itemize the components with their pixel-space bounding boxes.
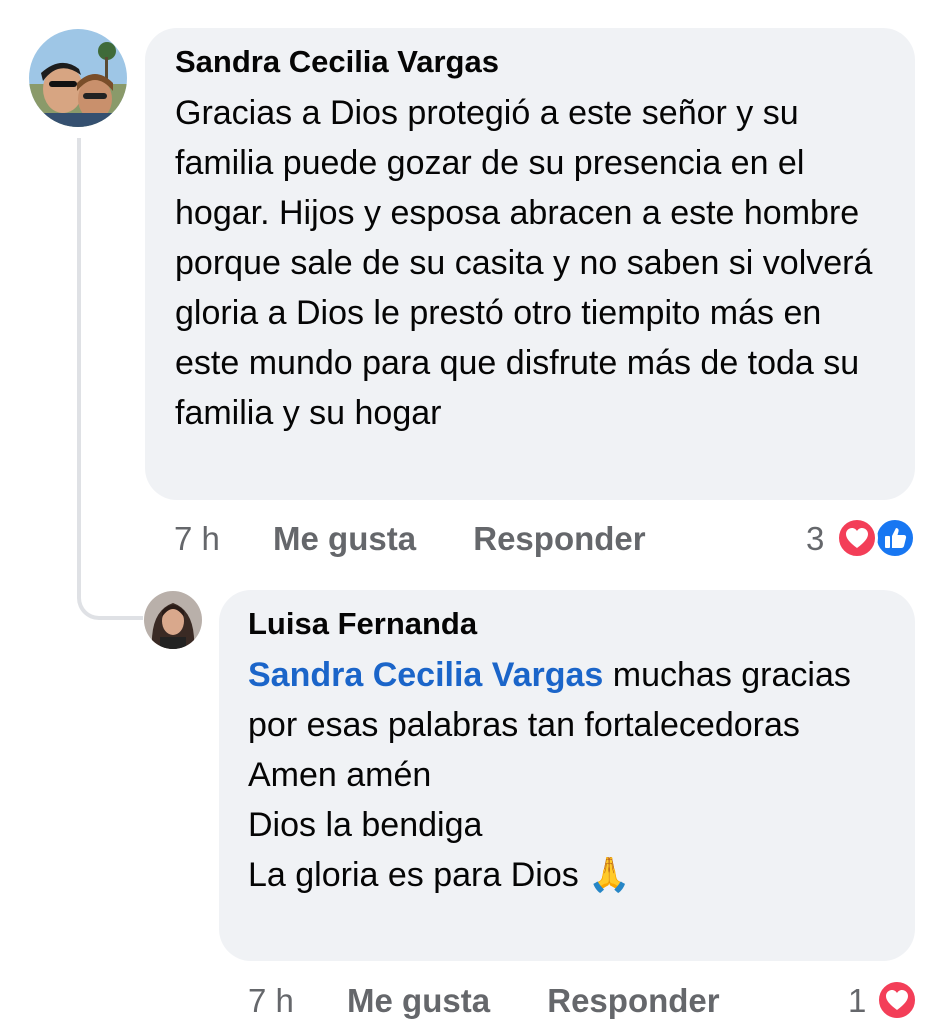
like-reaction-icon (874, 517, 916, 559)
reply-line-2: Amen amén (248, 756, 432, 794)
comment-like-button[interactable]: Me gusta (273, 520, 416, 557)
comment-text: Gracias a Dios protegió a este señor y s… (175, 94, 873, 432)
comment-reply-button[interactable]: Responder (473, 520, 645, 557)
reply-bubble: Luisa Fernanda Sandra Cecilia Vargas muc… (219, 590, 915, 961)
comment-timestamp[interactable]: 7 h (174, 520, 220, 557)
comment-author[interactable]: Sandra Cecilia Vargas (175, 42, 885, 82)
love-reaction-icon (836, 517, 878, 559)
replier-avatar[interactable] (144, 591, 202, 649)
reply-reaction-count: 1 (848, 982, 867, 1019)
comment-meta: 7 h Me gusta Responder (174, 519, 646, 559)
avatar-photo-icon (144, 591, 202, 649)
reply-text: Sandra Cecilia Vargas muchas gracias por… (248, 650, 885, 900)
reply-meta: 7 h Me gusta Responder (248, 981, 720, 1021)
comment-bubble: Sandra Cecilia Vargas Gracias a Dios pro… (145, 28, 915, 500)
reply-timestamp[interactable]: 7 h (248, 982, 294, 1019)
reply-like-button[interactable]: Me gusta (347, 982, 490, 1019)
reply-thread-line (77, 138, 143, 620)
reply-reply-button[interactable]: Responder (547, 982, 719, 1019)
mention-link[interactable]: Sandra Cecilia Vargas (248, 656, 603, 694)
reply-line-4: La gloria es para Dios 🙏 (248, 856, 631, 894)
reply-line-3: Dios la bendiga (248, 806, 483, 844)
reply-author[interactable]: Luisa Fernanda (248, 604, 885, 644)
comment-reaction-count: 3 (806, 520, 825, 557)
avatar-photo-icon (29, 29, 127, 127)
commenter-avatar[interactable] (29, 29, 127, 127)
love-reaction-icon (876, 979, 918, 1021)
